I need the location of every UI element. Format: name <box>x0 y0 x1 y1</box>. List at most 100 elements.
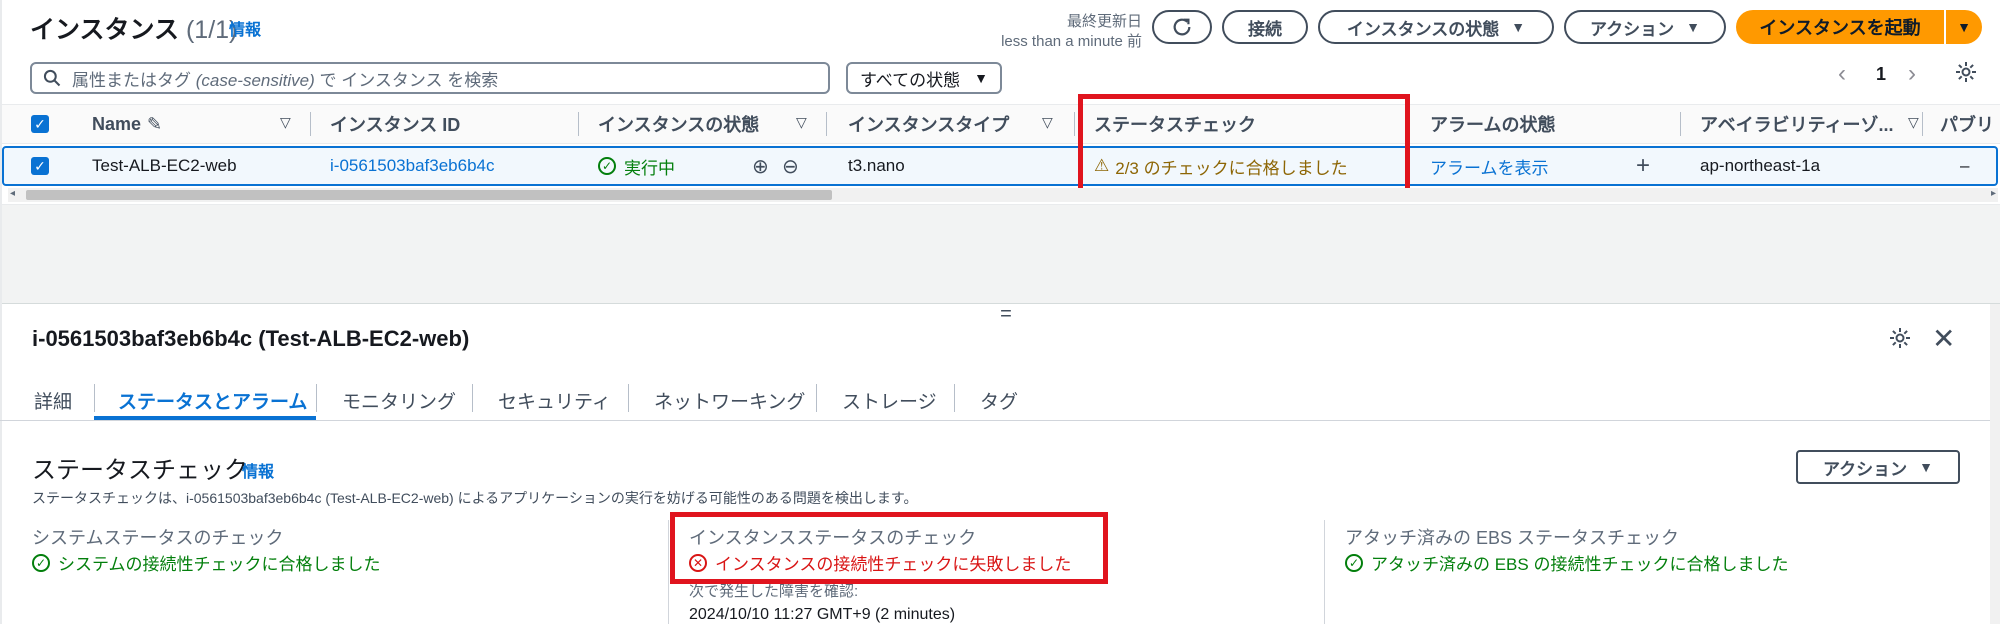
check-circle-icon: ✓ <box>1345 553 1363 572</box>
launch-options-dropdown[interactable]: ▼ <box>1946 10 1982 44</box>
caret-down-icon: ▼ <box>1511 19 1526 35</box>
tab-tags[interactable]: タグ <box>980 378 1018 422</box>
row-instance-type: t3.nano <box>848 156 905 175</box>
column-header-availability-zone[interactable]: アベイラビリティーゾ... <box>1700 104 1894 144</box>
scrollbar-thumb[interactable] <box>26 190 832 200</box>
check-circle-icon: ✓ <box>32 553 50 572</box>
row-checkbox[interactable]: ✓ <box>31 157 49 175</box>
column-divider[interactable] <box>1074 112 1075 136</box>
column-header-instance-type[interactable]: インスタンスタイプ <box>848 104 1009 144</box>
search-placeholder-prefix: 属性またはタグ <box>72 70 196 90</box>
info-link[interactable]: 情報 <box>229 16 261 40</box>
zoom-in-icon[interactable]: ⊕ <box>752 148 769 184</box>
tab-details[interactable]: 詳細 <box>34 378 72 422</box>
prev-page-icon[interactable]: ‹ <box>1838 60 1846 88</box>
column-header-instance-state[interactable]: インスタンスの状態 <box>598 104 759 144</box>
tab-security[interactable]: セキュリティ <box>498 378 611 422</box>
instance-state-label: インスタンスの状態 <box>1346 19 1500 39</box>
sort-caret-icon[interactable]: ▽ <box>280 114 291 131</box>
column-header-alarm-state-label: アラームの状態 <box>1430 115 1556 135</box>
sort-caret-icon[interactable]: ▽ <box>1042 114 1053 131</box>
add-alarm-plus-icon[interactable]: + <box>1636 148 1650 184</box>
ebs-status-label: アタッチ済みの EBS ステータスチェック <box>1345 528 1680 548</box>
tab-divider <box>954 384 955 412</box>
sort-caret-icon[interactable]: ▽ <box>1908 114 1919 131</box>
page-title-text: インスタンス <box>30 16 180 44</box>
search-placeholder: 属性またはタグ (case-sensitive) で インスタンス を検索 <box>72 66 498 91</box>
column-header-instance-id-label: インスタンス ID <box>330 115 461 135</box>
column-header-instance-state-label: インスタンスの状態 <box>598 115 760 135</box>
page-number[interactable]: 1 <box>1876 64 1886 85</box>
instance-status-highlight <box>670 512 1108 584</box>
column-header-public[interactable]: パブリ <box>1940 104 1994 144</box>
section-title: ステータスチェック <box>32 457 248 484</box>
status-check-highlight <box>1078 94 1410 197</box>
scroll-left-icon[interactable]: ◂ <box>10 188 15 199</box>
column-divider-vertical <box>1324 520 1325 624</box>
horizontal-scrollbar[interactable]: ◂ ▸ <box>8 188 1998 202</box>
page-title: インスタンス (1/1) <box>30 10 237 46</box>
column-header-alarm-state[interactable]: アラームの状態 <box>1430 104 1555 144</box>
instance-state-dropdown[interactable]: インスタンスの状態 ▼ <box>1318 10 1554 44</box>
next-failure-value: 2024/10/10 11:27 GMT+9 (2 minutes) <box>689 606 956 623</box>
tab-storage[interactable]: ストレージ <box>842 378 937 422</box>
search-input[interactable]: 属性またはタグ (case-sensitive) で インスタンス を検索 <box>30 62 830 94</box>
column-header-instance-type-label: インスタンスタイプ <box>848 115 1010 135</box>
connect-button[interactable]: 接続 <box>1222 10 1308 44</box>
close-icon[interactable]: ✕ <box>1932 322 1955 355</box>
split-gap <box>0 204 2000 304</box>
row-instance-id-link[interactable]: i-0561503baf3eb6b4c <box>330 148 494 184</box>
last-updated-value: less than a minute 前 <box>1001 33 1142 50</box>
select-all-checkbox[interactable]: ✓ <box>31 115 49 133</box>
column-divider[interactable] <box>578 112 579 136</box>
caret-down-icon: ▼ <box>1957 19 1971 35</box>
column-header-instance-id[interactable]: インスタンス ID <box>330 104 460 144</box>
split-resize-handle[interactable]: = <box>996 304 1016 324</box>
sort-caret-icon[interactable]: ▽ <box>796 114 807 131</box>
detail-actions-label: アクション <box>1822 459 1908 479</box>
system-status-label: システムステータスのチェック <box>32 528 284 548</box>
refresh-button[interactable] <box>1152 10 1212 44</box>
column-header-name-label: Name <box>92 113 142 134</box>
tab-divider <box>94 384 95 412</box>
tab-divider <box>628 384 629 412</box>
tab-monitoring[interactable]: モニタリング <box>342 378 456 422</box>
system-status-text: システムの接続性チェックに合格しました <box>58 555 381 574</box>
column-divider[interactable] <box>1922 112 1923 136</box>
left-border-line <box>0 0 2 624</box>
column-divider[interactable] <box>1680 112 1681 136</box>
row-public: – <box>1960 156 1970 175</box>
next-page-icon[interactable]: › <box>1908 60 1916 88</box>
ebs-status-value: ✓ アタッチ済みの EBS の接続性チェックに合格しました <box>1345 550 1788 575</box>
caret-down-icon: ▼ <box>1919 459 1933 475</box>
connect-label: 接続 <box>1248 19 1282 39</box>
column-divider[interactable] <box>310 112 311 136</box>
caret-down-icon: ▼ <box>1686 19 1700 35</box>
search-icon <box>43 69 61 87</box>
column-divider[interactable] <box>826 112 827 136</box>
launch-instance-label: インスタンスを起動 <box>1759 18 1921 38</box>
column-header-name[interactable]: Name ✎ <box>92 104 162 144</box>
column-header-public-label: パブリ <box>1940 115 1994 135</box>
row-instance-state: ✓ 実行中 <box>598 148 675 184</box>
settings-gear-icon[interactable] <box>1954 60 1978 89</box>
right-scrollbar[interactable] <box>1990 304 2000 624</box>
actions-label: アクション <box>1589 19 1675 39</box>
state-filter-select[interactable]: すべての状態 ▼ <box>846 62 1002 94</box>
detail-title: i-0561503baf3eb6b4c (Test-ALB-EC2-web) <box>32 326 470 351</box>
last-updated-label: 最終更新日 <box>1066 13 1142 30</box>
detail-actions-dropdown[interactable]: アクション ▼ <box>1796 450 1960 484</box>
scroll-right-icon[interactable]: ▸ <box>1991 188 1996 199</box>
view-alarms-link[interactable]: アラームを表示 <box>1430 148 1549 184</box>
section-description: ステータスチェックは、i-0561503baf3eb6b4c (Test-ALB… <box>32 490 918 506</box>
tab-networking[interactable]: ネットワーキング <box>654 378 805 422</box>
table-row[interactable] <box>2 146 1998 186</box>
tabs-bottom-border <box>0 420 1990 421</box>
actions-dropdown[interactable]: アクション ▼ <box>1564 10 1726 44</box>
launch-instance-button[interactable]: インスタンスを起動 <box>1736 10 1944 44</box>
ebs-status-text: アタッチ済みの EBS の接続性チェックに合格しました <box>1371 555 1789 574</box>
check-circle-icon: ✓ <box>598 157 616 175</box>
zoom-out-icon[interactable]: ⊖ <box>782 148 799 184</box>
detail-settings-gear-icon[interactable] <box>1888 326 1912 355</box>
section-info-link[interactable]: 情報 <box>242 458 274 482</box>
